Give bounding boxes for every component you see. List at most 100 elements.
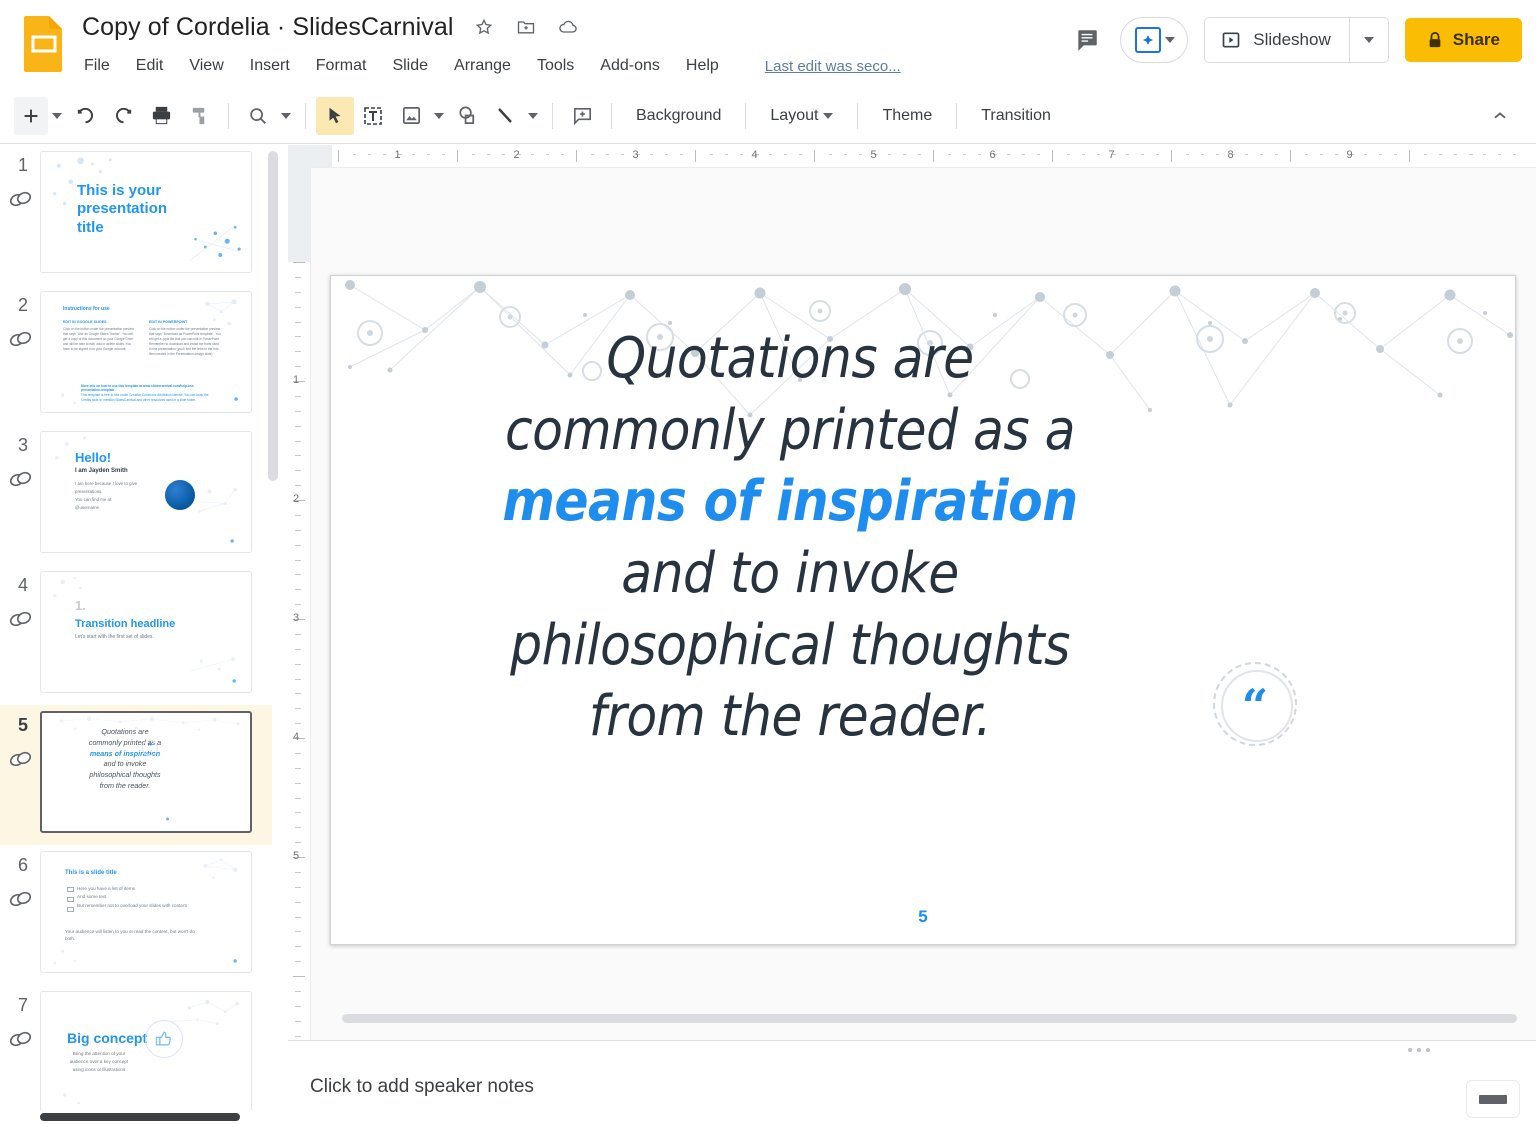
thumb-title: Instructions for use: [63, 306, 110, 312]
filmstrip-scroll-thumb[interactable]: [268, 151, 278, 481]
menu-tools[interactable]: Tools: [535, 56, 576, 76]
new-slide-button[interactable]: [14, 96, 48, 135]
slide-thumbnail[interactable]: Quotations are commonly printed as a mea…: [40, 711, 252, 833]
star-icon[interactable]: [472, 15, 496, 39]
ruler-tick: [295, 455, 301, 457]
insert-image-dropdown[interactable]: [430, 112, 448, 119]
thumb-quote-badge: “: [142, 740, 158, 756]
share-button[interactable]: Share: [1404, 18, 1522, 62]
print-button[interactable]: [142, 97, 180, 135]
zoom-button[interactable]: [239, 97, 277, 135]
line-dropdown[interactable]: [524, 112, 542, 119]
slideshow-dropdown[interactable]: [1348, 18, 1388, 62]
ruler-tick: [1275, 154, 1279, 155]
theme-button[interactable]: Theme: [868, 99, 946, 133]
quote-line-3: and to invoke: [621, 541, 959, 607]
speaker-notes-placeholder[interactable]: Click to add speaker notes: [310, 1076, 534, 1098]
menu-edit[interactable]: Edit: [134, 56, 166, 76]
filmstrip-slide-3[interactable]: 3 Hello! I am Jayden Smith I am here bec…: [0, 425, 272, 565]
quote-text-block[interactable]: Quotations are commonly printed as a mea…: [350, 323, 1230, 753]
ruler-tick: [650, 154, 654, 155]
slide-thumbnail[interactable]: Hello! I am Jayden Smith I am here becau…: [40, 431, 252, 553]
last-edit-link[interactable]: Last edit was seco...: [765, 58, 901, 75]
current-slide[interactable]: Quotations are commonly printed as a mea…: [330, 275, 1516, 945]
filmstrip-slide-7[interactable]: 7 Big concept Bring the attention of you…: [0, 985, 272, 1124]
lock-icon: [1429, 32, 1441, 48]
ruler-tick: [1156, 154, 1160, 155]
filmstrip-horizontal-scroll[interactable]: [40, 1113, 240, 1121]
slide-thumbnail[interactable]: This is a slide title Here you have a li…: [40, 851, 252, 973]
chevron-up-icon[interactable]: [1486, 102, 1514, 130]
ruler-tick: [295, 767, 301, 769]
slide-thumbnail[interactable]: Instructions for use EDIT IN GOOGLE SLID…: [40, 291, 252, 413]
filmstrip-slide-2[interactable]: 2 Instructions for use EDIT IN GOOGLE SL…: [0, 285, 272, 425]
speaker-notes-panel[interactable]: Click to add speaker notes: [288, 1058, 1536, 1124]
title-row: Copy of Cordelia · SlidesCarnival: [82, 8, 580, 46]
horizontal-ruler[interactable]: 1 2 3 4 5 6 7 8 9: [288, 145, 1536, 168]
filmstrip-slide-4[interactable]: 4 1. Transition headline Let's start wit…: [0, 565, 272, 705]
thumb-bullet-2: And some text: [77, 894, 107, 899]
ruler-tick: [1126, 154, 1130, 155]
ruler-tick: [295, 901, 301, 903]
ruler-tick: [1185, 154, 1189, 155]
ruler-tick: [620, 154, 624, 155]
transition-button[interactable]: Transition: [967, 99, 1065, 133]
menu-addons[interactable]: Add-ons: [598, 56, 662, 76]
slideshow-button[interactable]: Slideshow: [1205, 18, 1349, 62]
slide-filmstrip[interactable]: 1 This is your presentation title 2 Inst…: [0, 145, 289, 1124]
ruler-label: 2: [293, 493, 300, 505]
canvas-scroll-thumb[interactable]: [342, 1014, 1517, 1023]
comment-history-icon[interactable]: [1070, 23, 1104, 57]
document-title[interactable]: Copy of Cordelia · SlidesCarnival: [82, 13, 454, 42]
slide-thumbnail[interactable]: 1. Transition headline Let's start with …: [40, 571, 252, 693]
paint-format-button[interactable]: [180, 97, 218, 135]
minimize-icon[interactable]: [1466, 1080, 1520, 1118]
menu-insert[interactable]: Insert: [248, 56, 292, 76]
canvas-horizontal-scrollbar[interactable]: [332, 1010, 1536, 1026]
text-box-button[interactable]: [354, 97, 392, 135]
thumb-title: Transition headline: [75, 618, 176, 630]
menu-format[interactable]: Format: [314, 56, 369, 76]
redo-button[interactable]: [104, 97, 142, 135]
ruler-label: 4: [751, 149, 758, 161]
filmstrip-slide-6[interactable]: 6 This is a slide title Here you have a …: [0, 845, 272, 985]
slide-thumbnail[interactable]: Big concept Bring the attention of your …: [40, 991, 252, 1113]
cloud-saved-icon[interactable]: [556, 15, 580, 39]
ruler-tick: [295, 812, 301, 814]
vertical-ruler[interactable]: 1 2 3 4 5: [288, 167, 311, 1052]
thumb-title: Big concept: [67, 1030, 148, 1046]
layout-button[interactable]: Layout: [756, 99, 847, 133]
shape-button[interactable]: [448, 97, 486, 135]
zoom-dropdown[interactable]: [277, 112, 295, 119]
new-slide-dropdown[interactable]: [48, 112, 66, 119]
slide-canvas-area[interactable]: Quotations are commonly printed as a mea…: [310, 167, 1536, 1040]
notes-resize-handle[interactable]: [1408, 1048, 1430, 1052]
move-to-folder-icon[interactable]: [514, 15, 538, 39]
add-comment-icon[interactable]: [563, 97, 601, 135]
slide-number: 1: [17, 155, 28, 175]
insert-image-button[interactable]: [392, 97, 430, 135]
slide-thumbnail[interactable]: This is your presentation title: [40, 151, 252, 273]
undo-button[interactable]: [66, 97, 104, 135]
menu-help[interactable]: Help: [684, 56, 721, 76]
background-button[interactable]: Background: [622, 99, 735, 133]
filmstrip-slide-1[interactable]: 1 This is your presentation title: [0, 145, 272, 285]
ruler-tick: [1438, 154, 1442, 155]
menu-file[interactable]: File: [82, 56, 112, 76]
present-options-chip[interactable]: [1120, 17, 1189, 63]
line-button[interactable]: [486, 97, 524, 135]
ruler-tick: [295, 678, 301, 680]
ruler-label: 5: [870, 149, 877, 161]
filmstrip-scrollbar[interactable]: [268, 151, 278, 601]
ruler-tick: [1379, 154, 1383, 155]
menu-view[interactable]: View: [187, 56, 225, 76]
ruler-tick: [295, 291, 301, 293]
filmstrip-slide-5[interactable]: 5 Quotations are commonly printed as a m…: [0, 705, 272, 845]
notes-divider[interactable]: [288, 1040, 1536, 1060]
menu-arrange[interactable]: Arrange: [452, 56, 513, 76]
caret-down-icon: [1363, 37, 1374, 43]
ruler-tick: [814, 150, 815, 162]
ruler-tick: [293, 976, 305, 977]
select-tool-button[interactable]: [316, 96, 354, 135]
menu-slide[interactable]: Slide: [390, 56, 430, 76]
